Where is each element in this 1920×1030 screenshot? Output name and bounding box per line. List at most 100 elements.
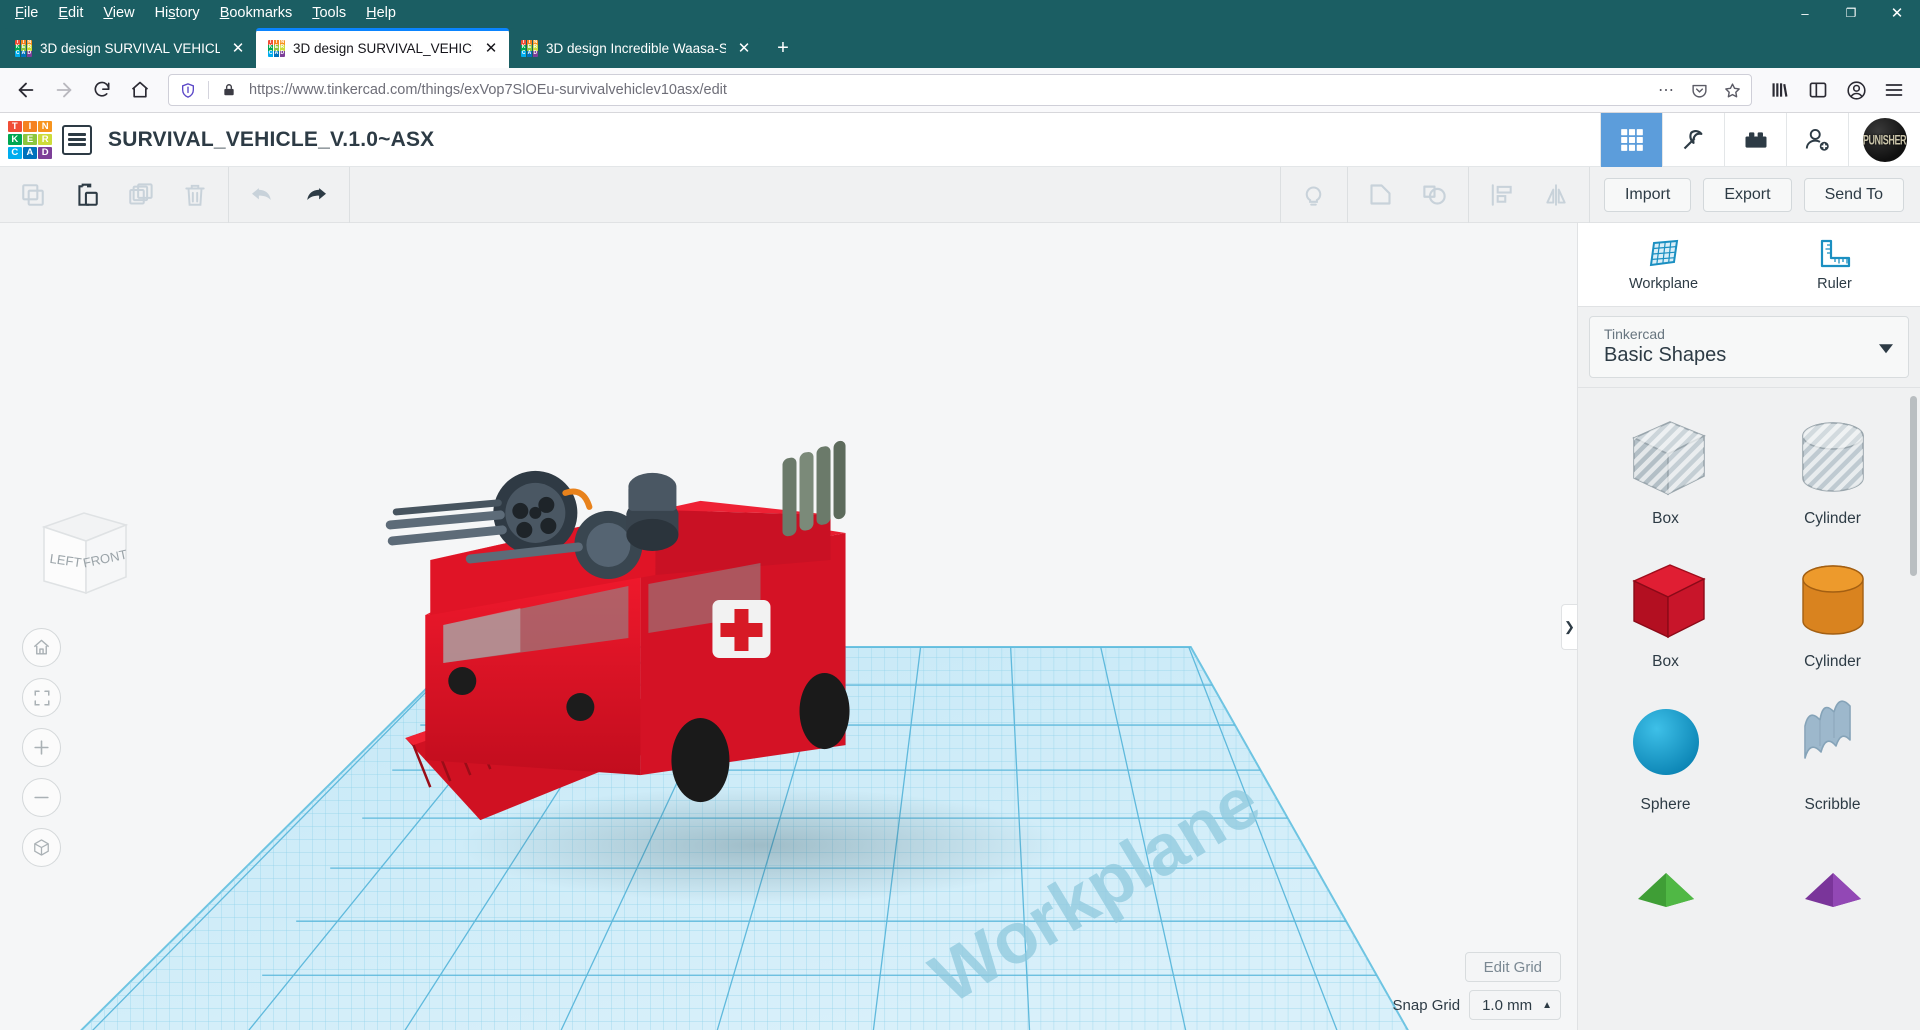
lock-icon[interactable] <box>216 77 242 103</box>
shape-item-cylinder-solid[interactable]: Cylinder <box>1749 545 1916 688</box>
tinkercad-header: TIN KER CAD SURVIVAL_VEHICLE_V.1.0~ASX P… <box>0 113 1920 167</box>
shape-item-cone-green[interactable] <box>1582 831 1749 974</box>
align-icon[interactable] <box>1477 175 1527 215</box>
chevron-down-icon[interactable] <box>1879 344 1893 353</box>
hint-tools <box>1281 175 1347 215</box>
page-actions-icon[interactable]: ⋯ <box>1653 77 1679 103</box>
shape-label: Box <box>1652 653 1679 671</box>
shape-item-box-solid[interactable]: Box <box>1582 545 1749 688</box>
snap-grid-value: 1.0 mm <box>1482 997 1532 1014</box>
reload-button[interactable] <box>84 73 120 107</box>
browser-tab-1[interactable]: TIN KER CAD 3D design SURVIVAL_VEHICLE_ … <box>256 28 509 68</box>
library-icon[interactable] <box>1762 73 1798 107</box>
menu-bar: File Edit View History Bookmarks Tools H… <box>0 0 1920 26</box>
window-minimize-button[interactable]: – <box>1782 0 1828 26</box>
avatar-label: PUNISHER <box>1863 132 1906 147</box>
menu-bookmarks[interactable]: Bookmarks <box>211 3 302 23</box>
3d-canvas[interactable]: Workplane <box>0 223 1577 1030</box>
view-cube[interactable]: LEFT FRONT <box>22 501 134 606</box>
page-title: SURVIVAL_VEHICLE_V.1.0~ASX <box>108 128 434 152</box>
scribble-icon <box>1785 694 1881 794</box>
menu-view[interactable]: View <box>94 3 143 23</box>
url-bar[interactable]: https://www.tinkercad.com/things/exVop7S… <box>168 74 1752 106</box>
menu-history[interactable]: History <box>146 3 209 23</box>
box-solid-icon <box>1618 551 1714 651</box>
menu-tools[interactable]: Tools <box>303 3 355 23</box>
mirror-flip-icon[interactable] <box>1531 175 1581 215</box>
avatar[interactable]: PUNISHER <box>1848 113 1920 167</box>
edit-grid-button[interactable]: Edit Grid <box>1465 952 1561 982</box>
window-close-button[interactable]: ✕ <box>1874 0 1920 26</box>
shape-label: Sphere <box>1641 796 1691 814</box>
invite-user-icon[interactable] <box>1786 113 1848 167</box>
cylinder-hole-icon <box>1785 408 1881 508</box>
group-icon[interactable] <box>1356 175 1406 215</box>
export-button[interactable]: Export <box>1703 178 1791 212</box>
workplane-tool[interactable]: Workplane <box>1578 223 1749 306</box>
cone-purple-icon <box>1785 837 1881 937</box>
home-button[interactable] <box>122 73 158 107</box>
forward-button[interactable] <box>46 73 82 107</box>
delete-trash-icon[interactable] <box>170 175 220 215</box>
brick-icon[interactable] <box>1724 113 1786 167</box>
copy-icon[interactable] <box>8 175 58 215</box>
box-hole-icon <box>1618 408 1714 508</box>
design-properties-icon[interactable] <box>62 125 92 155</box>
menu-help[interactable]: Help <box>357 3 405 23</box>
bookmark-star-icon[interactable] <box>1719 77 1745 103</box>
snap-grid-select[interactable]: 1.0 mm ▲ <box>1469 990 1561 1020</box>
orthographic-view-icon[interactable] <box>22 828 61 867</box>
shield-icon[interactable] <box>175 77 201 103</box>
sidebar-toggle-icon[interactable] <box>1800 73 1836 107</box>
browser-tab-0[interactable]: TIN KER CAD 3D design SURVIVAL VEHICLE /… <box>3 28 256 68</box>
shape-item-scribble[interactable]: Scribble <box>1749 688 1916 831</box>
gallery-grid-icon[interactable] <box>1600 113 1662 167</box>
tab-close-icon[interactable]: ✕ <box>734 38 754 58</box>
zoom-in-icon[interactable] <box>22 728 61 767</box>
ruler-tool-label: Ruler <box>1817 276 1852 292</box>
ruler-icon <box>1817 238 1853 272</box>
snap-grid-label: Snap Grid <box>1393 997 1461 1014</box>
import-button[interactable]: Import <box>1604 178 1691 212</box>
codeblocks-pickaxe-icon[interactable] <box>1662 113 1724 167</box>
app-menu-icon[interactable] <box>1876 73 1912 107</box>
panel-scrollbar[interactable] <box>1910 396 1917 576</box>
shape-item-box-hole[interactable]: Box <box>1582 402 1749 545</box>
shape-list[interactable]: Box Cylinder <box>1578 387 1920 1030</box>
tinkercad-logo-icon[interactable]: TIN KER CAD <box>8 121 52 159</box>
shapes-panel: Workplane Ruler Tinkercad Basic Shapes <box>1577 223 1920 1030</box>
menu-edit[interactable]: Edit <box>49 3 92 23</box>
home-view-icon[interactable] <box>22 628 61 667</box>
shape-label: Cylinder <box>1804 510 1861 528</box>
fit-to-view-icon[interactable] <box>22 678 61 717</box>
cylinder-solid-icon <box>1785 551 1881 651</box>
window-maximize-button[interactable]: ❐ <box>1828 0 1874 26</box>
account-icon[interactable] <box>1838 73 1874 107</box>
new-tab-button[interactable]: + <box>767 32 799 64</box>
ruler-tool[interactable]: Ruler <box>1749 223 1920 306</box>
ungroup-icon[interactable] <box>1410 175 1460 215</box>
tab-close-icon[interactable]: ✕ <box>481 38 501 58</box>
zoom-out-icon[interactable] <box>22 778 61 817</box>
io-buttons: Import Export Send To <box>1590 178 1920 212</box>
paste-icon[interactable] <box>62 175 112 215</box>
shape-item-sphere[interactable]: Sphere <box>1582 688 1749 831</box>
menu-file[interactable]: File <box>6 3 47 23</box>
shape-library-owner: Tinkercad <box>1604 326 1894 342</box>
pocket-save-icon[interactable] <box>1686 77 1712 103</box>
duplicate-icon[interactable] <box>116 175 166 215</box>
redo-icon[interactable] <box>291 175 341 215</box>
shape-item-cone-purple[interactable] <box>1749 831 1916 974</box>
undo-icon[interactable] <box>237 175 287 215</box>
shape-library-selector[interactable]: Tinkercad Basic Shapes <box>1589 316 1909 378</box>
tab-close-icon[interactable]: ✕ <box>228 38 248 58</box>
3d-scene[interactable]: Workplane <box>0 223 1577 1030</box>
back-button[interactable] <box>8 73 44 107</box>
shape-library-name: Basic Shapes <box>1604 344 1894 367</box>
tab-strip: TIN KER CAD 3D design SURVIVAL VEHICLE /… <box>0 26 1920 68</box>
lightbulb-hint-icon[interactable] <box>1289 175 1339 215</box>
shape-item-cylinder-hole[interactable]: Cylinder <box>1749 402 1916 545</box>
send-to-button[interactable]: Send To <box>1804 178 1904 212</box>
panel-collapse-toggle[interactable]: ❯ <box>1561 604 1577 650</box>
browser-tab-2[interactable]: TIN KER CAD 3D design Incredible Waasa-S… <box>509 28 762 68</box>
